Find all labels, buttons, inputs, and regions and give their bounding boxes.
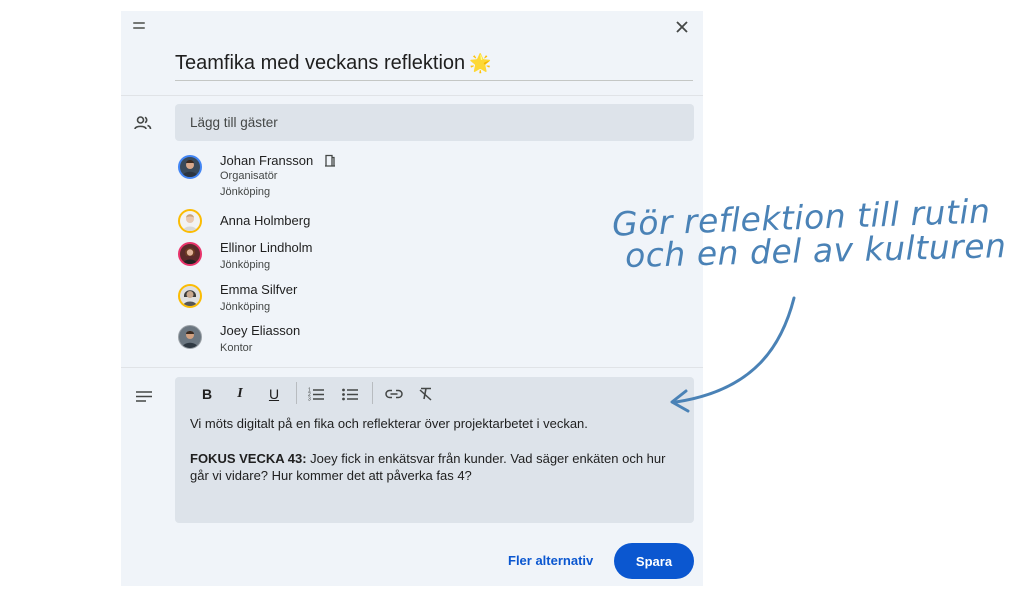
numbered-list-button[interactable]: 1 2 3 bbox=[307, 384, 325, 404]
guest-role: Organisatör bbox=[220, 170, 278, 182]
guests-icon bbox=[134, 116, 152, 130]
numbered-list-icon: 1 2 3 bbox=[308, 388, 324, 402]
guest-name: Ellinor Lindholm bbox=[220, 240, 313, 255]
bold-label: B bbox=[201, 386, 213, 402]
bold-button[interactable]: B bbox=[200, 384, 214, 404]
italic-label: I bbox=[237, 386, 243, 401]
guest-location: Kontor bbox=[220, 342, 253, 354]
avatar bbox=[178, 325, 202, 349]
focus-label: FOKUS VECKA 43: bbox=[190, 451, 307, 466]
more-options-link[interactable]: Fler alternativ bbox=[508, 553, 593, 568]
toolbar-divider bbox=[372, 382, 373, 404]
underline-label: U bbox=[268, 386, 280, 402]
avatar bbox=[178, 209, 202, 233]
focus-text: Joey fick in enkätsvar från kunder. Vad … bbox=[306, 451, 666, 466]
save-label: Spara bbox=[635, 553, 673, 569]
description-line: går vi vidare? Hur kommer det att påverk… bbox=[190, 468, 472, 483]
event-title-field[interactable]: Teamfika med veckans reflektion 🌟 bbox=[175, 52, 693, 81]
link-button[interactable] bbox=[384, 384, 404, 404]
bulleted-list-icon bbox=[342, 388, 358, 400]
close-icon[interactable] bbox=[672, 17, 692, 37]
guest-location: Jönköping bbox=[220, 301, 271, 313]
room-icon bbox=[325, 154, 335, 167]
avatar bbox=[178, 155, 202, 179]
italic-button[interactable]: I bbox=[233, 384, 247, 404]
event-title: Teamfika med veckans reflektion bbox=[175, 52, 466, 74]
avatar bbox=[178, 284, 202, 308]
toolbar-divider bbox=[296, 382, 297, 404]
description-icon bbox=[136, 391, 152, 402]
link-icon bbox=[385, 389, 403, 399]
add-guests-input[interactable] bbox=[175, 104, 694, 141]
divider bbox=[121, 95, 703, 96]
underline-button[interactable]: U bbox=[267, 384, 281, 404]
description-line: Vi möts digitalt på en fika och reflekte… bbox=[190, 416, 588, 431]
save-button[interactable]: Spara bbox=[614, 543, 694, 579]
annotation-arrow bbox=[670, 296, 796, 413]
guest-name: Joey Eliasson bbox=[220, 323, 301, 338]
guest-name: Johan Fransson bbox=[220, 153, 314, 168]
drag-handle-icon[interactable] bbox=[133, 22, 145, 32]
divider bbox=[121, 367, 703, 368]
clear-formatting-button[interactable] bbox=[417, 384, 435, 404]
bulleted-list-button[interactable] bbox=[341, 384, 359, 404]
avatar bbox=[178, 242, 202, 266]
description-focus-line: FOKUS VECKA 43: Joey fick in enkätsvar f… bbox=[190, 450, 665, 468]
guest-location: Jönköping bbox=[220, 259, 271, 271]
guest-name: Emma Silfver bbox=[220, 282, 298, 297]
sparkle-emoji: 🌟 bbox=[469, 53, 492, 73]
guest-name: Anna Holmberg bbox=[220, 213, 311, 228]
svg-text:3: 3 bbox=[308, 397, 311, 402]
clear-formatting-icon bbox=[419, 387, 432, 401]
guest-location: Jönköping bbox=[220, 186, 271, 198]
